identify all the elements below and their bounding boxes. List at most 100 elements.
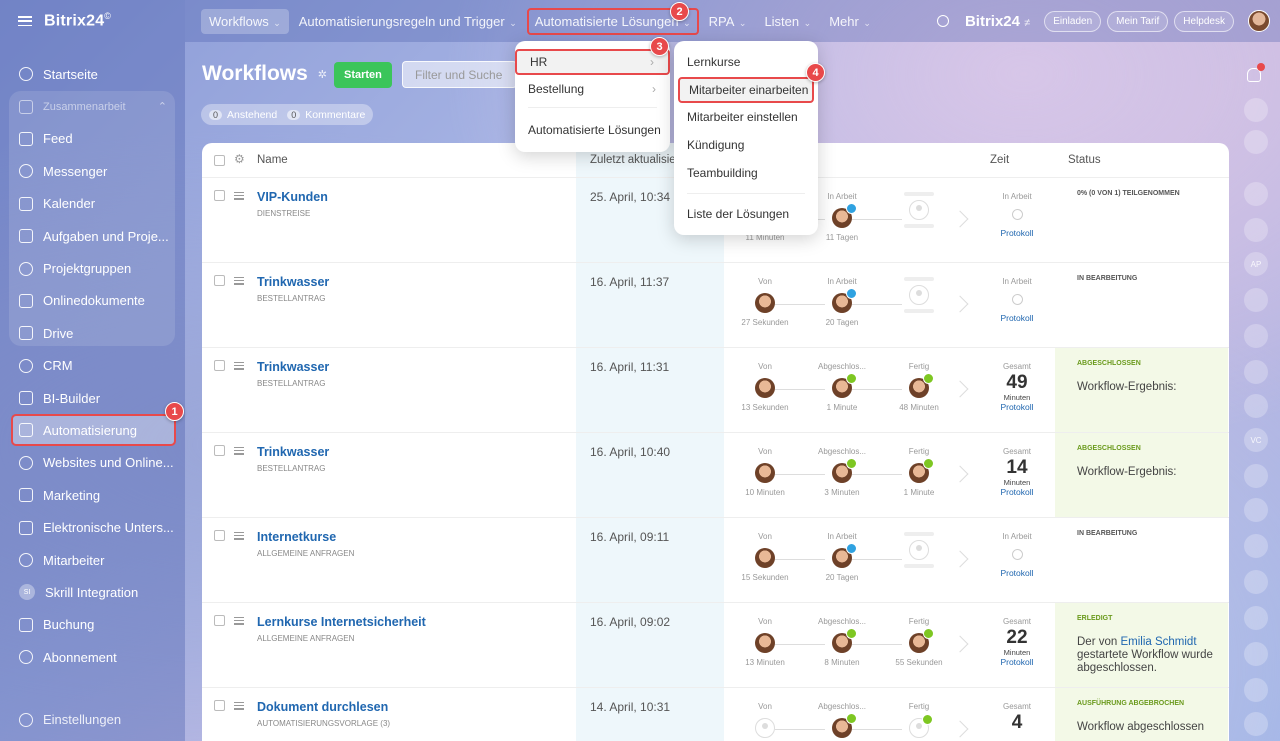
sidebar-item-marketing[interactable]: Marketing <box>0 479 185 511</box>
participant-avatar[interactable] <box>755 293 775 313</box>
sidebar-item-automatisierung[interactable]: Automatisierung <box>0 414 185 447</box>
participant-avatar[interactable] <box>832 458 857 483</box>
rail-icon[interactable] <box>1244 98 1268 122</box>
sidebar-item-startseite[interactable]: Startseite <box>0 58 185 90</box>
sidebar-item-elektronische-unters[interactable]: Elektronische Unters... <box>0 511 185 543</box>
lock-icon[interactable] <box>1244 642 1268 666</box>
pin-icon[interactable]: ✲ <box>318 68 327 81</box>
workflow-name[interactable]: Internetkurse <box>257 530 336 544</box>
row-checkbox[interactable] <box>214 615 225 626</box>
select-all-checkbox[interactable] <box>214 155 225 166</box>
menu-item-lernkurse[interactable]: Lernkurse <box>674 49 818 75</box>
menu-item-automatisierte-lösungen[interactable]: Automatisierte Lösungen <box>515 117 670 143</box>
participant-avatar[interactable] <box>755 633 775 653</box>
sidebar-item-zusammenarbeit[interactable]: Zusammenarbeit ⌃ <box>0 90 185 122</box>
workflow-name[interactable]: Trinkwasser <box>257 360 329 374</box>
empty-user-icon[interactable] <box>909 540 929 560</box>
sidebar-item-websites-und-online[interactable]: Websites und Online... <box>0 447 185 479</box>
participant-avatar[interactable] <box>909 628 934 653</box>
row-checkbox[interactable] <box>214 275 225 286</box>
lock-icon[interactable] <box>1244 570 1268 594</box>
rail-icon[interactable] <box>1244 712 1268 736</box>
participant-avatar[interactable] <box>909 373 934 398</box>
counter-pending[interactable]: 0 Anstehend <box>209 109 277 121</box>
chevron-up-icon[interactable]: ⌃ <box>158 100 167 113</box>
sidebar-item-abonnement[interactable]: Abonnement <box>0 641 185 673</box>
protocol-link[interactable]: Protokoll <box>982 402 1052 412</box>
sidebar-item-kalender[interactable]: Kalender <box>0 188 185 220</box>
row-checkbox[interactable] <box>214 530 225 541</box>
filter-search-input[interactable]: Filter und Suche <box>402 61 517 88</box>
rail-contact[interactable] <box>1244 324 1268 348</box>
menu-item-bestellung[interactable]: Bestellung › <box>515 76 670 102</box>
rail-contact[interactable] <box>1244 182 1268 206</box>
participant-avatar[interactable] <box>832 288 857 313</box>
sidebar-item-onlinedokumente[interactable]: Onlinedokumente <box>0 285 185 317</box>
counter-comments[interactable]: 0 Kommentare <box>287 109 365 121</box>
search-icon[interactable] <box>936 15 949 27</box>
logo[interactable]: Bitrix24© <box>44 11 111 30</box>
empty-user-icon[interactable] <box>909 714 933 738</box>
drag-handle-icon[interactable] <box>234 702 244 710</box>
participant-avatar[interactable] <box>832 543 857 568</box>
participant-avatar[interactable] <box>832 203 857 228</box>
participant-avatar[interactable] <box>755 548 775 568</box>
protocol-link[interactable]: Protokoll <box>982 228 1052 238</box>
invite-button[interactable]: Einladen <box>1044 10 1102 32</box>
user-avatar[interactable] <box>1248 10 1270 32</box>
empty-user-icon[interactable] <box>909 285 929 305</box>
participant-avatar[interactable] <box>755 378 775 398</box>
rail-contact-vc[interactable]: VC <box>1244 428 1268 452</box>
sidebar-item-messenger[interactable]: Messenger <box>0 155 185 187</box>
rail-contact[interactable] <box>1244 498 1268 522</box>
lock-icon[interactable] <box>1244 606 1268 630</box>
protocol-link[interactable]: Protokoll <box>982 313 1052 323</box>
workflow-name[interactable]: VIP-Kunden <box>257 190 328 204</box>
empty-user-icon[interactable] <box>909 200 929 220</box>
tab-mehr[interactable]: Mehr ⌄ <box>821 9 879 34</box>
drag-handle-icon[interactable] <box>234 447 244 455</box>
lock-icon[interactable] <box>1244 678 1268 702</box>
sidebar-item-drive[interactable]: Drive <box>0 317 185 349</box>
row-checkbox[interactable] <box>214 445 225 456</box>
workflow-name[interactable]: Dokument durchlesen <box>257 700 388 714</box>
helpdesk-button[interactable]: Helpdesk <box>1174 10 1234 32</box>
header-name[interactable]: Name <box>257 154 288 166</box>
participant-avatar[interactable] <box>832 373 857 398</box>
protocol-link[interactable]: Protokoll <box>982 568 1052 578</box>
empty-user-icon[interactable] <box>755 718 775 738</box>
sidebar-item-bi-builder[interactable]: BI-Builder <box>0 382 185 414</box>
sidebar-item-feed[interactable]: Feed <box>0 123 185 155</box>
user-link[interactable]: Emilia Schmidt <box>1120 636 1196 648</box>
rail-contact[interactable] <box>1244 394 1268 418</box>
sidebar-item-skrill-integration[interactable]: SI Skrill Integration <box>0 576 185 608</box>
rail-contact[interactable] <box>1244 288 1268 312</box>
menu-item-hr[interactable]: HR › <box>515 49 670 75</box>
tab-automatisierungsregeln-und-trigger[interactable]: Automatisierungsregeln und Trigger ⌄ <box>291 9 525 34</box>
menu-item-teambuilding[interactable]: Teambuilding <box>674 160 818 186</box>
menu-burger-icon[interactable] <box>18 16 32 26</box>
row-checkbox[interactable] <box>214 700 225 711</box>
rail-contact[interactable] <box>1244 464 1268 488</box>
sidebar-item-projektgruppen[interactable]: Projektgruppen <box>0 252 185 284</box>
workflow-name[interactable]: Trinkwasser <box>257 275 329 289</box>
settings-link[interactable]: Einstellungen <box>0 712 121 727</box>
participant-avatar[interactable] <box>832 628 857 653</box>
sidebar-item-crm[interactable]: CRM <box>0 350 185 382</box>
rail-contact[interactable] <box>1244 218 1268 242</box>
drag-handle-icon[interactable] <box>234 192 244 200</box>
sidebar-item-mitarbeiter[interactable]: Mitarbeiter <box>0 544 185 576</box>
participant-avatar[interactable] <box>832 713 857 738</box>
drag-handle-icon[interactable] <box>234 277 244 285</box>
start-button[interactable]: Starten <box>334 62 392 88</box>
sidebar-item-buchung[interactable]: Buchung <box>0 609 185 641</box>
row-checkbox[interactable] <box>214 360 225 371</box>
menu-item-mitarbeiter-einstellen[interactable]: Mitarbeiter einstellen <box>674 104 818 130</box>
header-status[interactable]: Status <box>1068 154 1101 166</box>
row-checkbox[interactable] <box>214 190 225 201</box>
menu-item-kündigung[interactable]: Kündigung <box>674 132 818 158</box>
menu-item-mitarbeiter-einarbeiten[interactable]: Mitarbeiter einarbeiten <box>678 77 814 103</box>
drag-handle-icon[interactable] <box>234 617 244 625</box>
rail-contact[interactable] <box>1244 534 1268 558</box>
header-time[interactable]: Zeit <box>990 154 1009 166</box>
